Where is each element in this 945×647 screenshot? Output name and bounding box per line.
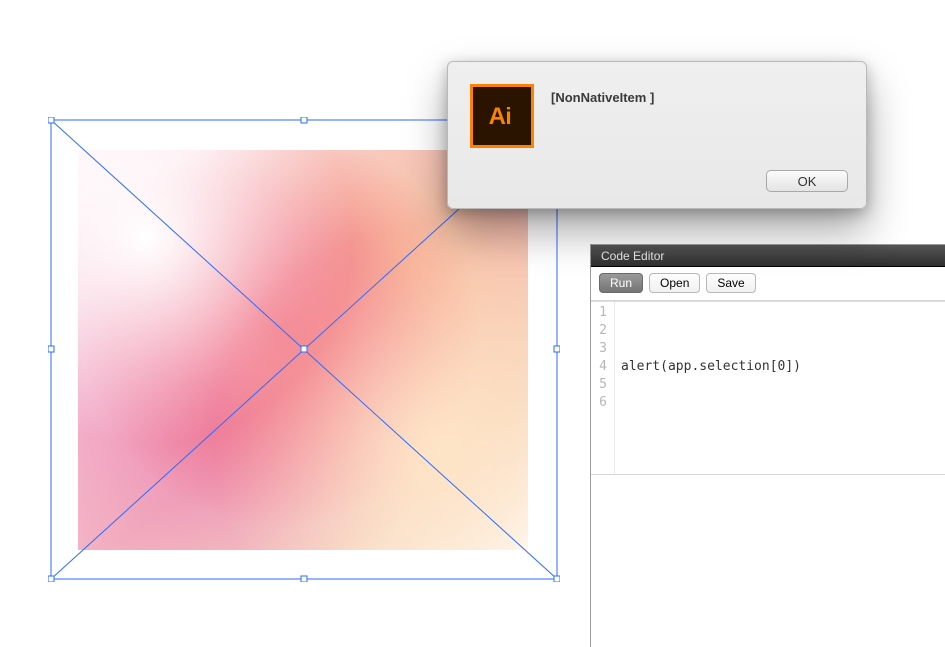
alert-dialog: A i [NonNativeItem ] OK: [447, 61, 867, 209]
line-number: 2: [595, 322, 607, 340]
line-number: 6: [595, 394, 607, 412]
svg-text:A: A: [489, 103, 506, 130]
alert-message: [NonNativeItem ]: [551, 90, 654, 105]
line-gutter: 1 2 3 4 5 6: [591, 302, 615, 474]
line-number: 1: [595, 304, 607, 322]
line-number: 5: [595, 376, 607, 394]
save-button[interactable]: Save: [706, 273, 755, 293]
run-button[interactable]: Run: [599, 273, 643, 293]
open-button[interactable]: Open: [649, 273, 700, 293]
code-line[interactable]: [621, 340, 939, 358]
code-lines[interactable]: alert(app.selection[0]): [615, 302, 945, 474]
illustrator-app-icon: A i: [470, 84, 534, 148]
code-line[interactable]: [621, 376, 939, 394]
code-line[interactable]: alert(app.selection[0]): [621, 358, 939, 376]
line-number: 3: [595, 340, 607, 358]
ok-button[interactable]: OK: [766, 170, 848, 192]
code-area[interactable]: 1 2 3 4 5 6 alert(app.selection[0]): [591, 301, 945, 475]
svg-text:i: i: [505, 103, 511, 129]
line-number: 4: [595, 358, 607, 376]
code-line[interactable]: [621, 304, 939, 322]
code-line[interactable]: [621, 322, 939, 340]
code-editor-panel: Code Editor Run Open Save 1 2 3 4 5 6 al…: [590, 244, 945, 647]
code-editor-lower-pane: [591, 475, 945, 647]
code-editor-title: Code Editor: [591, 245, 945, 267]
code-editor-toolbar: Run Open Save: [591, 267, 945, 301]
code-line[interactable]: [621, 394, 939, 412]
